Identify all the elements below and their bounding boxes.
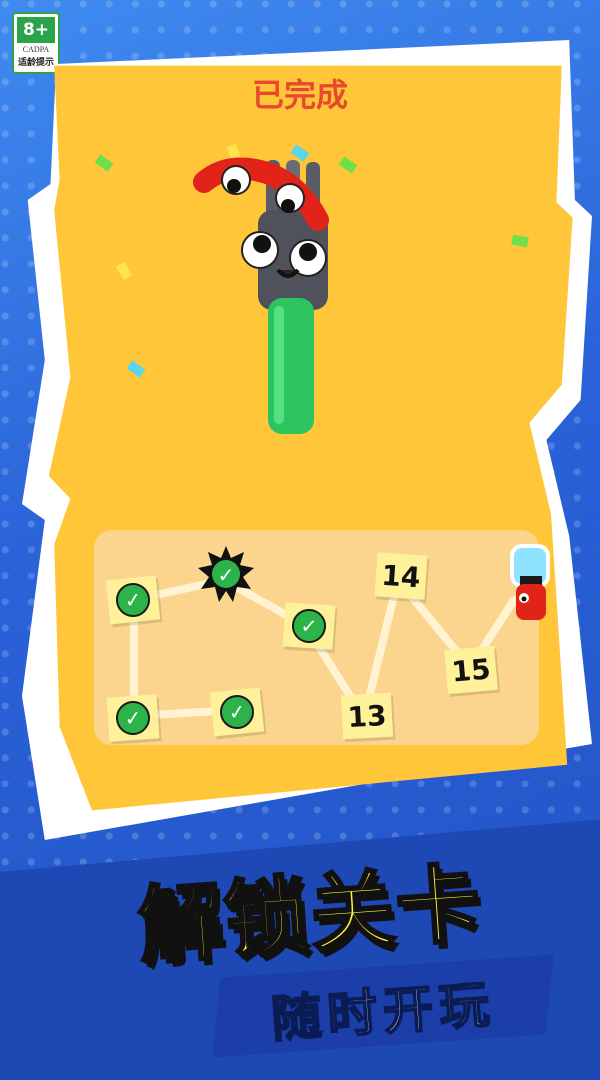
level-node-15[interactable]: 15: [444, 645, 498, 695]
check-icon: ✓: [290, 607, 328, 645]
level-status-text: 已完成: [251, 76, 348, 114]
check-icon: ✓: [114, 581, 152, 619]
level-number: 14: [380, 558, 422, 594]
fork-character: [193, 157, 329, 434]
age-rating-tip: 适龄提示: [17, 58, 54, 68]
check-icon: ✓: [218, 693, 256, 731]
level-node-13[interactable]: 13: [340, 692, 394, 740]
age-rating-value: 8+: [17, 17, 55, 43]
level-node-completed[interactable]: ✓: [105, 575, 161, 625]
check-icon: ✓: [114, 699, 152, 737]
burst-icon: ✓: [198, 546, 254, 602]
level-number: 13: [346, 698, 388, 734]
level-node-completed[interactable]: ✓: [209, 687, 265, 737]
level-node-14[interactable]: 14: [374, 552, 428, 600]
level-map: ✓ ✓ ✓ ✓ ✓ 13 14 15: [94, 530, 550, 745]
level-node-current[interactable]: ✓: [198, 546, 254, 602]
age-rating-badge: 8+ CADPA 适龄提示: [12, 12, 60, 74]
level-number: 15: [450, 651, 492, 689]
svg-text:✓: ✓: [218, 563, 235, 587]
age-rating-org: CADPA: [22, 45, 50, 54]
mouth: [276, 268, 300, 278]
level-node-completed[interactable]: ✓: [282, 602, 336, 650]
level-node-completed[interactable]: ✓: [106, 694, 160, 742]
player-marker-icon: [510, 544, 550, 620]
